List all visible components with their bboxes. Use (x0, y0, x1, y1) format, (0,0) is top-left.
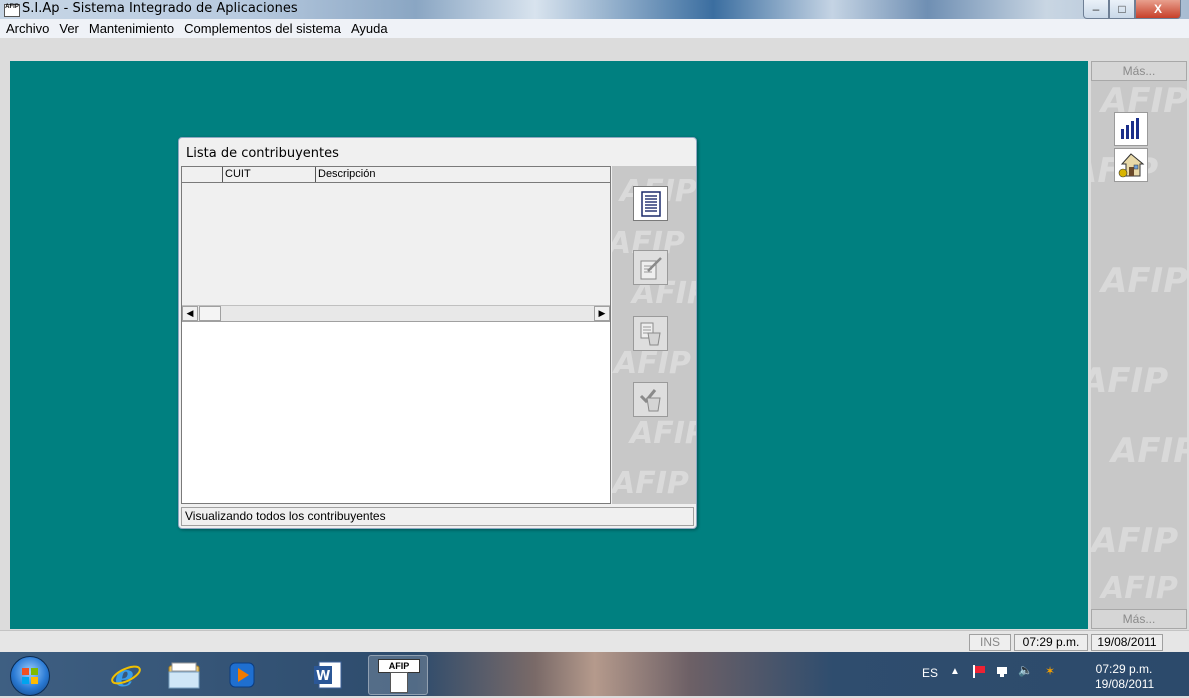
dialog-title: Lista de contribuyentes (186, 146, 339, 161)
clock-date: 19/08/2011 (1095, 677, 1155, 691)
watermark-logo: AFIP (1111, 431, 1187, 471)
menu-ver[interactable]: Ver (54, 21, 84, 36)
list-document-icon (640, 190, 661, 217)
action-center-flag-icon[interactable] (972, 664, 986, 678)
scrollbar-thumb[interactable] (199, 306, 221, 321)
windows-logo-icon (22, 668, 38, 684)
close-button[interactable]: X (1135, 0, 1181, 19)
afip-icon: AFIP (378, 657, 420, 693)
language-indicator[interactable]: ES (922, 666, 938, 680)
network-icon[interactable] (995, 664, 1009, 678)
menu-mantenimiento[interactable]: Mantenimiento (84, 21, 179, 36)
watermark-logo: AFIP (1091, 521, 1179, 561)
file-explorer-icon[interactable] (156, 655, 212, 695)
minimize-button[interactable]: – (1083, 0, 1109, 19)
insert-mode-indicator: INS (969, 634, 1011, 651)
check-trash-icon (639, 388, 661, 411)
menu-ayuda[interactable]: Ayuda (346, 21, 393, 36)
toolbar-area (0, 38, 1189, 61)
watermark-logo: AFIP (1101, 261, 1187, 301)
delete-button[interactable] (633, 316, 668, 351)
more-bottom-button[interactable]: Más... (1091, 609, 1187, 629)
horizontal-scrollbar[interactable]: ◀ ▶ (182, 305, 610, 322)
app-icon-text: AFIP (5, 4, 19, 10)
status-time: 07:29 p.m. (1014, 634, 1088, 651)
dialog-status-text: Visualizando todos los contribuyentes (181, 507, 694, 526)
menu-bar: Archivo Ver Mantenimiento Complementos d… (0, 19, 1189, 38)
windows-taskbar: e W AFIP ES ▲ 🔈 ✶ (0, 652, 1189, 696)
document-icon (390, 672, 408, 693)
scroll-right-arrow-icon[interactable]: ▶ (594, 306, 610, 321)
window-title: S.I.Ap - Sistema Integrado de Aplicacion… (22, 1, 298, 16)
edit-button[interactable] (633, 250, 668, 285)
afip-taskbar-button[interactable]: AFIP (368, 655, 428, 695)
status-bar: INS 07:29 p.m. 19/08/2011 (0, 630, 1189, 653)
volume-icon[interactable]: 🔈 (1018, 663, 1033, 677)
delete-trash-icon (640, 322, 661, 345)
minimize-icon: – (1092, 2, 1100, 16)
status-date: 19/08/2011 (1091, 634, 1163, 651)
menu-complementos[interactable]: Complementos del sistema (179, 21, 346, 36)
grid-col-indicator[interactable] (182, 167, 222, 182)
dialog-tool-panel: AFIP AFIP AFIP AFIP AFIP AFIP (612, 166, 696, 504)
window-controls: – □ X (1083, 0, 1181, 19)
contribuyentes-grid[interactable]: CUIT Descripción ◀ ▶ (181, 166, 611, 504)
confirm-delete-button[interactable] (633, 382, 668, 417)
scroll-left-arrow-icon[interactable]: ◀ (182, 306, 198, 321)
grid-header: CUIT Descripción (182, 167, 610, 183)
bar-chart-icon[interactable] (1114, 112, 1148, 146)
afip-app-icon[interactable]: AFIP (4, 4, 20, 17)
watermark-logo: AFIP (1091, 361, 1169, 401)
more-top-button[interactable]: Más... (1091, 61, 1187, 81)
grid-col-descripcion[interactable]: Descripción (315, 167, 608, 182)
media-player-icon[interactable] (214, 655, 270, 695)
afip-logo: AFIP (378, 659, 420, 673)
start-orb[interactable] (10, 656, 50, 696)
clock-time: 07:29 p.m. (1095, 662, 1153, 676)
internet-explorer-icon[interactable]: e (98, 655, 154, 695)
menu-archivo[interactable]: Archivo (0, 21, 54, 36)
svg-text:e: e (115, 659, 134, 692)
show-hidden-icons-icon[interactable]: ▲ (950, 666, 960, 677)
clock[interactable]: 07:29 p.m. 19/08/2011 (1095, 662, 1155, 692)
notification-icon[interactable]: ✶ (1045, 664, 1055, 678)
watermark-logo: AFIP (630, 416, 696, 451)
watermark-logo: AFIP (614, 346, 691, 381)
list-document-button[interactable] (633, 186, 668, 221)
watermark-logo: AFIP (1101, 571, 1178, 606)
grid-col-cuit[interactable]: CUIT (222, 167, 315, 182)
svg-text:W: W (316, 669, 330, 684)
house-money-icon[interactable] (1114, 148, 1148, 182)
edit-pencil-icon (640, 256, 662, 279)
maximize-icon: □ (1118, 2, 1126, 16)
grid-rows-area[interactable] (182, 183, 610, 305)
word-icon[interactable]: W (300, 655, 356, 695)
close-icon: X (1153, 2, 1162, 16)
maximize-button[interactable]: □ (1109, 0, 1135, 19)
contribuyentes-dialog: Lista de contribuyentes CUIT Descripción… (178, 137, 697, 529)
watermark-logo: AFIP (612, 466, 689, 501)
